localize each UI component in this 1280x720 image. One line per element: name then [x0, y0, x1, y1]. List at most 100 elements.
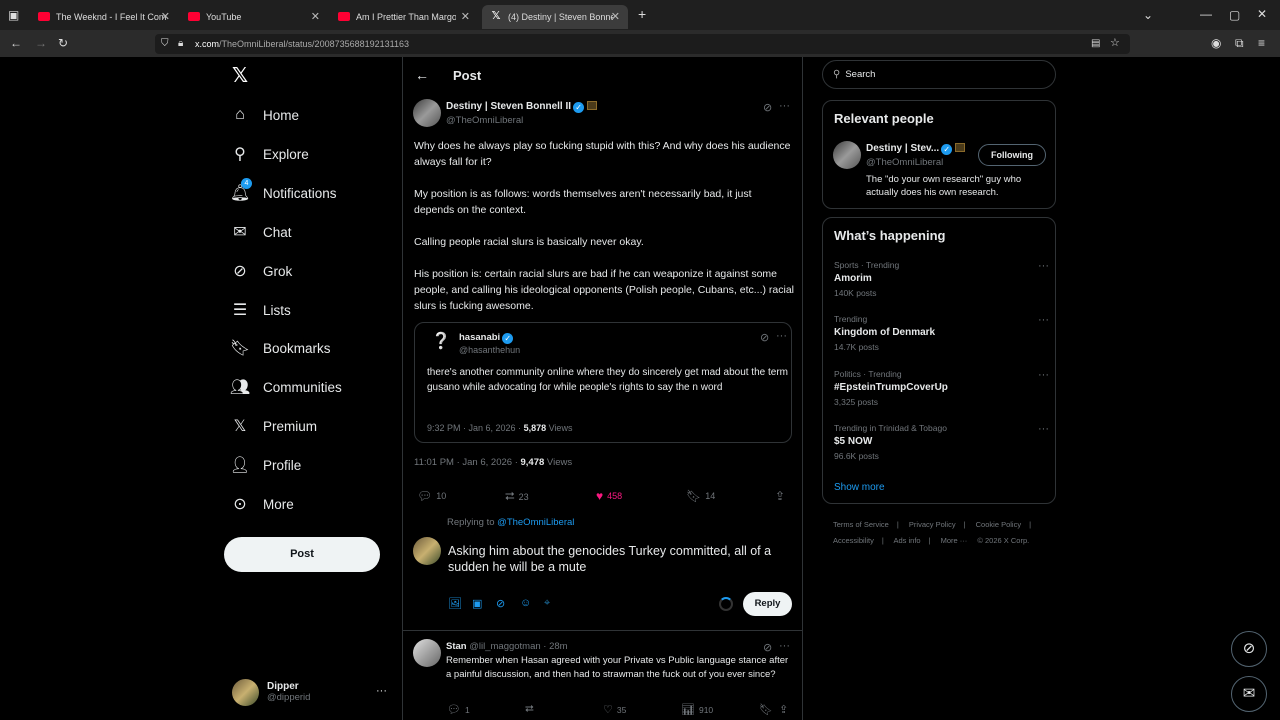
list-icon: ☰: [232, 302, 248, 319]
quote-avatar: ❔: [431, 331, 453, 355]
nav-item-lists[interactable]: ☰ Lists: [224, 292, 404, 328]
extensions-icon[interactable]: ⧉: [1235, 37, 1244, 49]
author-name-row[interactable]: Destiny | Steven Bonnell II ✓: [446, 101, 598, 113]
back-arrow-icon[interactable]: ←: [415, 67, 429, 83]
reply-views-action[interactable]: 📊︎ 910: [681, 703, 713, 716]
nav-item-premium[interactable]: 𝕏 Premium: [224, 408, 404, 444]
trend-item[interactable]: Trending Kingdom of Denmark 14.7K posts …: [834, 314, 1049, 352]
footer-link[interactable]: Ads info: [893, 536, 920, 545]
account-icon[interactable]: ◉: [1211, 37, 1221, 49]
footer-link[interactable]: Terms of Service: [833, 520, 889, 529]
forward-arrow-icon[interactable]: →: [35, 37, 47, 49]
footer-link[interactable]: Privacy Policy: [909, 520, 956, 529]
show-more-link[interactable]: Show more: [834, 482, 885, 493]
footer-link[interactable]: Cookie Policy: [976, 520, 1021, 529]
emoji-icon[interactable]: ☺: [520, 597, 531, 609]
nav-item-home[interactable]: ⌂ Home: [224, 97, 404, 133]
reply-reply-action[interactable]: 💬︎ 1: [447, 703, 470, 716]
account-switcher[interactable]: Dipper @dipperid ···: [232, 677, 392, 707]
menu-icon[interactable]: ≡: [1258, 37, 1265, 49]
nav-item-grok[interactable]: ⊘ Grok: [224, 253, 404, 289]
browser-tab-2[interactable]: YouTube ✕: [180, 5, 328, 29]
nav-item-communities[interactable]: 👥︎ Communities: [224, 369, 404, 405]
reply-repost-action[interactable]: ⮂: [525, 703, 538, 716]
reply-author-name[interactable]: Stan: [446, 641, 467, 652]
gif-icon[interactable]: ▣: [472, 597, 482, 610]
x-logo-icon[interactable]: 𝕏: [232, 63, 248, 88]
following-button[interactable]: Following: [978, 144, 1046, 166]
reply-like-action[interactable]: ♡ 35: [603, 703, 626, 716]
more-dots-icon[interactable]: ···: [376, 685, 387, 697]
quote-author-name: hasanabi: [459, 332, 501, 343]
close-icon[interactable]: ✕: [161, 10, 170, 23]
post-button[interactable]: Post: [224, 537, 380, 572]
nav-item-bookmarks[interactable]: 🔖︎ Bookmarks: [224, 330, 404, 366]
reply-action[interactable]: 💬︎ 10: [417, 489, 446, 503]
replying-handle-link[interactable]: @TheOmniLiberal: [497, 517, 574, 528]
minimize-icon[interactable]: —: [1200, 8, 1212, 20]
youtube-icon: [38, 12, 50, 21]
author-avatar[interactable]: [413, 99, 441, 127]
more-dots-icon[interactable]: ···: [776, 330, 787, 342]
quoted-post[interactable]: ❔ hasanabi ✓ @hasanthehun ⊘ ··· there's a…: [414, 322, 792, 443]
reply-bookmark-action[interactable]: 🔖︎: [759, 703, 777, 716]
star-icon[interactable]: ☆: [1110, 37, 1120, 49]
close-icon[interactable]: ✕: [611, 10, 620, 23]
grok-icon[interactable]: ⊘: [763, 641, 772, 654]
author-handle[interactable]: @TheOmniLiberal: [446, 115, 523, 126]
reply-input[interactable]: Asking him about the genocides Turkey co…: [448, 543, 793, 575]
relevant-handle[interactable]: @TheOmniLiberal: [866, 157, 943, 168]
more-dots-icon[interactable]: ···: [1038, 423, 1049, 435]
trend-item[interactable]: Trending in Trinidad & Tobago $5 NOW 96.…: [834, 423, 1049, 461]
new-tab-icon[interactable]: +: [638, 7, 646, 21]
reader-view-icon[interactable]: ▤: [1091, 38, 1100, 50]
trend-item[interactable]: Politics · Trending #EpsteinTrumpCoverUp…: [834, 369, 1049, 407]
back-arrow-icon[interactable]: ←: [10, 37, 22, 49]
more-dots-icon[interactable]: ···: [779, 100, 790, 112]
reply-avatar[interactable]: [413, 639, 441, 667]
nav-item-notifications[interactable]: 🔔︎ 4 Notifications: [224, 175, 404, 211]
trend-item[interactable]: Sports · Trending Amorim 140K posts ···: [834, 260, 1049, 298]
footer-link[interactable]: Accessibility: [833, 536, 874, 545]
like-action[interactable]: ♥ 458: [596, 489, 622, 503]
share-action[interactable]: ⇪: [775, 489, 789, 503]
nav-item-chat[interactable]: ✉ Chat: [224, 214, 404, 250]
nav-item-explore[interactable]: ⚲ Explore: [224, 136, 404, 172]
more-dots-icon[interactable]: ···: [779, 640, 790, 652]
browser-tab-3[interactable]: Am I Prettier Than Margot ✕: [330, 5, 478, 29]
grok-icon[interactable]: ⊘: [763, 101, 772, 114]
maximize-icon[interactable]: ▢: [1229, 9, 1240, 21]
location-icon[interactable]: ⌖: [544, 597, 550, 610]
close-icon[interactable]: ✕: [461, 10, 470, 23]
reply-button[interactable]: Reply: [743, 592, 792, 616]
chevron-down-icon[interactable]: ⌄: [1143, 9, 1153, 21]
messages-float-button[interactable]: ✉: [1231, 676, 1267, 712]
grok-float-button[interactable]: ⊘: [1231, 631, 1267, 667]
more-dots-icon[interactable]: ···: [1038, 314, 1049, 326]
search-input[interactable]: ⚲ Search: [822, 60, 1056, 89]
grok-icon[interactable]: ⊘: [760, 331, 769, 344]
relevant-avatar[interactable]: [833, 141, 861, 169]
more-dots-icon[interactable]: ···: [1038, 369, 1049, 381]
url-field[interactable]: ⛉ 🔒︎ x.com/TheOmniLiberal/status/2008735…: [155, 34, 1130, 54]
reply-share-action[interactable]: ⇪: [779, 703, 792, 716]
tab-overview-icon[interactable]: ▣: [8, 9, 19, 21]
browser-tab-1[interactable]: The Weeknd - I Feel It Coming ( ✕: [30, 5, 178, 29]
relevant-name-row[interactable]: Destiny | Stev... ✓: [866, 143, 966, 155]
reply-icon: 💬︎: [417, 489, 433, 503]
nav-item-profile[interactable]: 👤︎ Profile: [224, 447, 404, 483]
window-close-icon[interactable]: ✕: [1257, 8, 1267, 20]
browser-tab-4[interactable]: 𝕏 (4) Destiny | Steven Bonnell II o ✕: [482, 4, 628, 29]
close-icon[interactable]: ✕: [311, 10, 320, 23]
bookmark-action[interactable]: 🔖︎ 14: [686, 489, 715, 503]
image-icon[interactable]: 🖼︎: [448, 597, 462, 610]
nav-item-more[interactable]: ⊙ More: [224, 486, 404, 522]
repost-action[interactable]: ⮂ 23: [505, 489, 529, 504]
grok-icon[interactable]: ⊘: [496, 597, 505, 610]
footer-link[interactable]: More ···: [941, 536, 968, 545]
post-timestamp[interactable]: 11:01 PM · Jan 6, 2026 ·: [414, 457, 521, 468]
post-paragraph: Calling people racial slurs is basically…: [414, 236, 644, 248]
more-dots-icon[interactable]: ···: [1038, 260, 1049, 272]
reload-icon[interactable]: ↻: [58, 37, 68, 49]
reply-author-row: Stan @lil_maggotman · 28m: [446, 641, 568, 652]
